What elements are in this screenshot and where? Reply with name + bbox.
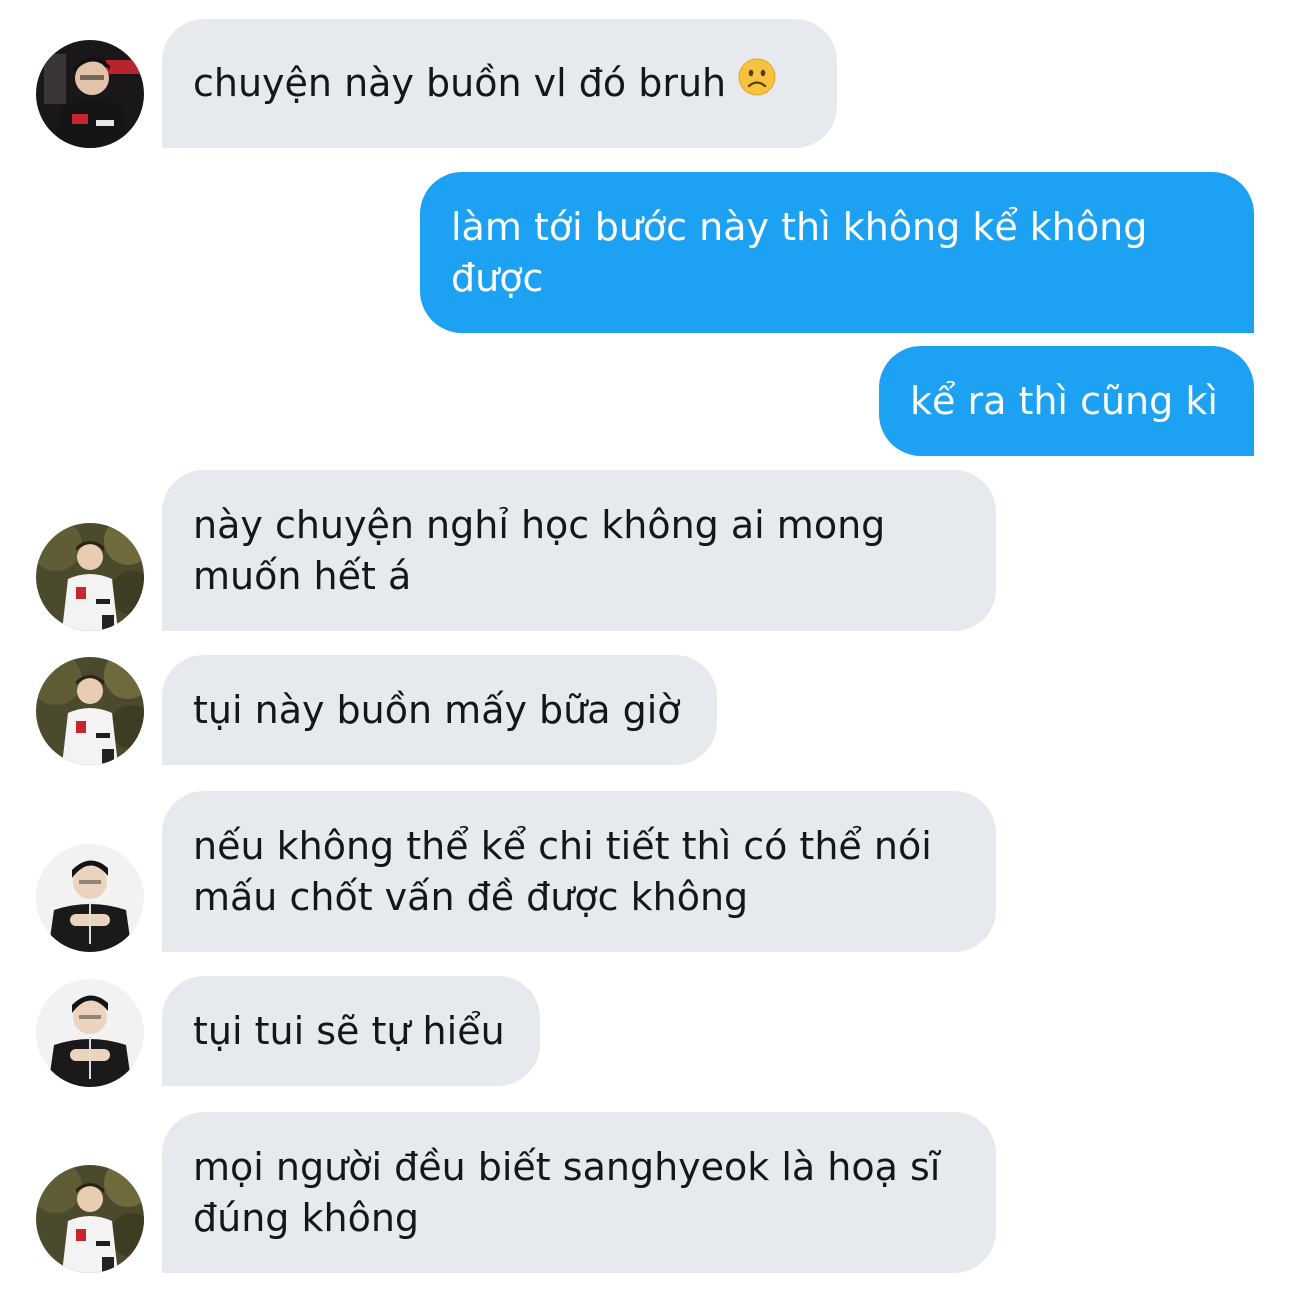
avatar[interactable]	[36, 523, 144, 631]
slightly-frowning-face-icon	[738, 58, 776, 109]
message-bubble[interactable]: tụi tui sẽ tự hiểu	[162, 976, 540, 1086]
message-text: mọi người đều biết sanghyeok là hoạ sĩ đ…	[193, 1144, 941, 1240]
avatar[interactable]	[36, 1165, 144, 1273]
message-bubble[interactable]: nếu không thể kể chi tiết thì có thể nói…	[162, 791, 996, 952]
message-text: nếu không thể kể chi tiết thì có thể nói…	[193, 823, 932, 919]
message-bubble[interactable]: mọi người đều biết sanghyeok là hoạ sĩ đ…	[162, 1112, 996, 1273]
message-text: kể ra thì cũng kì	[910, 378, 1218, 423]
avatar[interactable]	[36, 844, 144, 952]
avatar[interactable]	[36, 40, 144, 148]
avatar[interactable]	[36, 979, 144, 1087]
message-bubble[interactable]: làm tới bước này thì không kể không được	[420, 172, 1254, 333]
avatar[interactable]	[36, 657, 144, 765]
message-bubble[interactable]: tụi này buồn mấy bữa giờ	[162, 655, 717, 765]
message-text: chuyện này buồn vl đó bruh	[193, 61, 727, 105]
message-text: làm tới bước này thì không kể không được	[451, 204, 1148, 300]
message-text: tụi này buồn mấy bữa giờ	[193, 687, 681, 732]
message-bubble[interactable]: chuyện này buồn vl đó bruh	[162, 19, 837, 148]
message-bubble[interactable]: kể ra thì cũng kì	[879, 346, 1254, 456]
message-bubble[interactable]: này chuyện nghỉ học không ai mong muốn h…	[162, 470, 996, 631]
message-text: tụi tui sẽ tự hiểu	[193, 1008, 505, 1053]
message-text: này chuyện nghỉ học không ai mong muốn h…	[193, 502, 886, 598]
